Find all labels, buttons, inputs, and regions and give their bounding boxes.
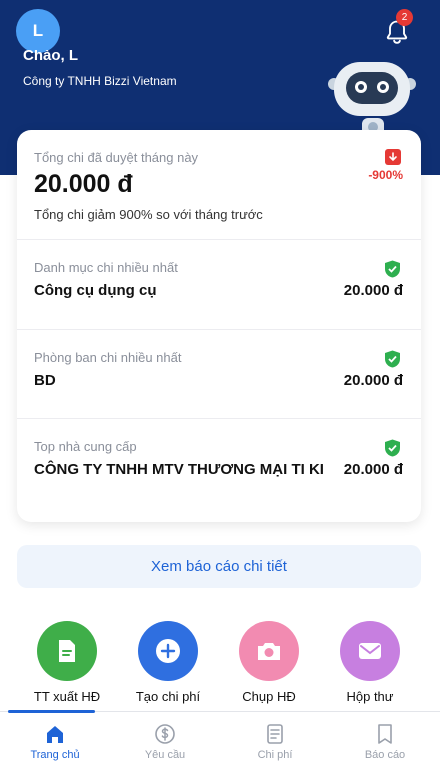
section-title: Công cụ dụng cụ bbox=[34, 282, 157, 299]
notification-badge: 2 bbox=[396, 9, 413, 26]
tab-label: Yêu cầu bbox=[144, 749, 186, 761]
section-amount: 20.000 đ bbox=[343, 461, 403, 478]
section-amount: 20.000 đ bbox=[343, 282, 403, 299]
tab-label: Chi phí bbox=[257, 749, 293, 761]
quick-action-mailbox[interactable]: Hộp thư bbox=[325, 621, 415, 711]
quick-action-export-invoice[interactable]: TT xuất HĐ bbox=[22, 621, 112, 711]
tab-expenses[interactable]: Chi phí bbox=[220, 712, 330, 767]
money-request-icon bbox=[155, 724, 175, 744]
tab-requests[interactable]: Yêu cầu bbox=[110, 712, 220, 767]
quick-action-label: Tạo chi phí bbox=[135, 689, 201, 704]
invoice-document-icon bbox=[37, 621, 97, 681]
tab-label: Trang chủ bbox=[30, 749, 80, 761]
bottom-tab-bar: Trang chủ Yêu cầu Chi phí Báo cáo bbox=[0, 711, 440, 767]
total-spending-section: Tổng chi đã duyệt tháng này 20.000 đ -90… bbox=[17, 130, 421, 240]
verified-shield-icon bbox=[385, 350, 400, 368]
view-detailed-report-button[interactable]: Xem báo cáo chi tiết bbox=[17, 545, 421, 588]
avatar[interactable]: L bbox=[16, 9, 60, 53]
quick-action-capture-invoice[interactable]: Chụp HĐ bbox=[224, 621, 314, 711]
quick-action-label: Chụp HĐ bbox=[242, 689, 296, 704]
tab-label: Báo cáo bbox=[364, 749, 406, 761]
section-label: Phòng ban chi nhiều nhất bbox=[34, 350, 182, 365]
verified-shield-icon bbox=[385, 260, 400, 278]
mail-icon bbox=[340, 621, 400, 681]
top-supplier-section[interactable]: Top nhà cung cấp CÔNG TY TNHH MTV THƯƠNG… bbox=[17, 419, 421, 522]
expense-note-icon bbox=[267, 724, 283, 744]
spending-summary-card: Tổng chi đã duyệt tháng này 20.000 đ -90… bbox=[17, 130, 421, 522]
report-book-icon bbox=[378, 724, 392, 744]
arrow-down-icon bbox=[385, 149, 401, 165]
section-title: BD bbox=[34, 372, 56, 389]
total-spending-value: 20.000 đ bbox=[34, 170, 133, 198]
quick-action-create-expense[interactable]: Tạo chi phí bbox=[123, 621, 213, 711]
robot-mascot-icon bbox=[328, 62, 416, 136]
change-percent: -900% bbox=[368, 168, 403, 182]
section-label: Danh mục chi nhiều nhất bbox=[34, 260, 178, 275]
change-note: Tổng chi giảm 900% so với tháng trước bbox=[34, 207, 263, 222]
quick-action-label: Hộp thư bbox=[346, 689, 394, 704]
verified-shield-icon bbox=[385, 439, 400, 457]
quick-action-label: TT xuất HĐ bbox=[33, 689, 101, 704]
company-name: Công ty TNHH Bizzi Vietnam bbox=[23, 74, 177, 88]
section-title: CÔNG TY TNHH MTV THƯƠNG MẠI TI KI bbox=[34, 461, 324, 478]
top-department-section[interactable]: Phòng ban chi nhiều nhất BD 20.000 đ bbox=[17, 330, 421, 419]
active-tab-indicator bbox=[8, 710, 95, 713]
tab-home[interactable]: Trang chủ bbox=[0, 712, 110, 767]
total-spending-label: Tổng chi đã duyệt tháng này bbox=[34, 150, 199, 165]
greeting-text: Chào, L bbox=[23, 50, 78, 64]
camera-icon bbox=[239, 621, 299, 681]
section-amount: 20.000 đ bbox=[343, 372, 403, 389]
tab-reports[interactable]: Báo cáo bbox=[330, 712, 440, 767]
section-label: Top nhà cung cấp bbox=[34, 439, 137, 454]
top-category-section[interactable]: Danh mục chi nhiều nhất Công cụ dụng cụ … bbox=[17, 240, 421, 330]
home-icon bbox=[47, 726, 63, 743]
plus-circle-icon bbox=[138, 621, 198, 681]
